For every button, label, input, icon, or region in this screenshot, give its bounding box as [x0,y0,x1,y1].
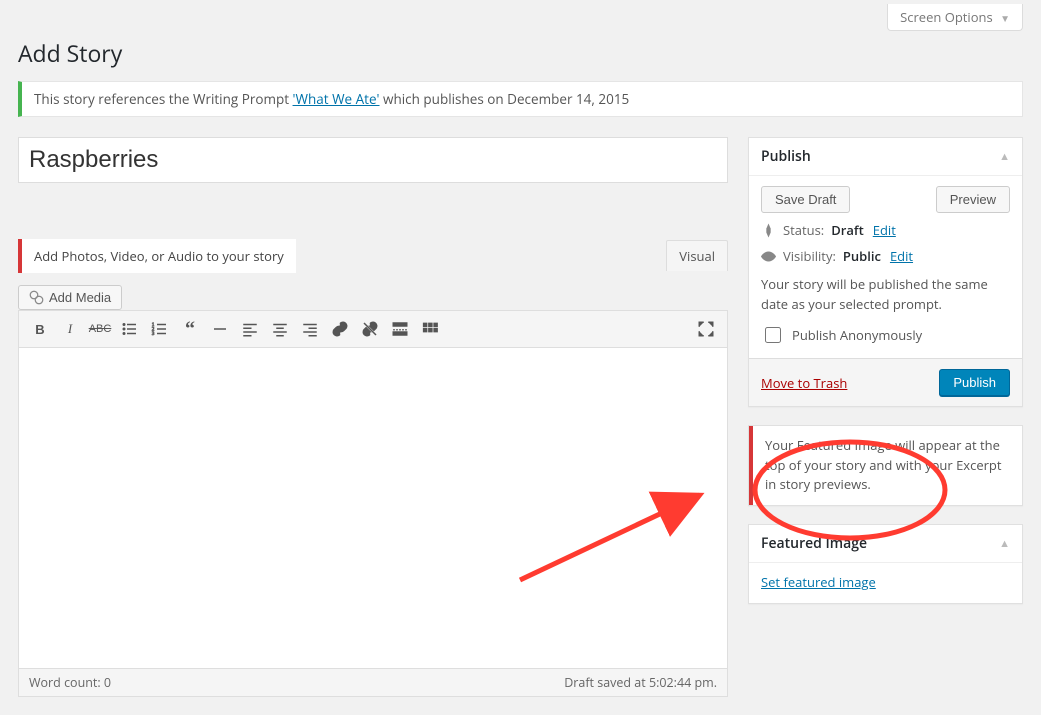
status-label: Status: [783,221,824,239]
publish-button[interactable]: Publish [939,369,1010,396]
align-right-button[interactable] [295,315,325,343]
featured-image-notice-box: Your Featured Image will appear at the t… [748,425,1023,506]
blockquote-button[interactable]: “ [175,315,205,343]
editor-toolbar: B I ABC 123 “ [19,311,727,348]
media-icon [29,290,44,305]
italic-button[interactable]: I [55,315,85,343]
set-featured-image-link[interactable]: Set featured image [761,573,876,591]
publish-date-note: Your story will be published the same da… [761,275,1010,314]
draft-saved-time: Draft saved at 5:02:44 pm. [564,674,717,691]
bulleted-list-button[interactable] [115,315,145,343]
preview-button[interactable]: Preview [936,186,1010,213]
tab-visual[interactable]: Visual [666,240,728,271]
notice-text-suffix: which publishes on December 14, 2015 [380,90,630,108]
featured-image-notice: Your Featured Image will appear at the t… [749,426,1022,505]
notice-text-prefix: This story references the Writing Prompt [34,90,293,108]
eye-icon [761,249,776,264]
strikethrough-button[interactable]: ABC [85,315,115,343]
numbered-list-button[interactable]: 123 [145,315,175,343]
save-draft-button[interactable]: Save Draft [761,186,850,213]
publish-anonymously-row[interactable]: Publish Anonymously [761,324,1010,346]
prompt-reference-notice: This story references the Writing Prompt… [18,81,1023,117]
featured-image-box: Featured Image ▲ Set featured image [748,524,1023,604]
collapse-toggle-icon[interactable]: ▲ [999,536,1010,551]
publish-box-title: Publish [761,147,811,166]
edit-status-link[interactable]: Edit [873,221,896,239]
screen-options-button[interactable]: Screen Options ▼ [887,4,1023,31]
publish-anonymously-label: Publish Anonymously [792,326,922,344]
editor-content-area[interactable] [19,348,727,668]
remove-link-button[interactable] [355,315,385,343]
add-media-button[interactable]: Add Media [18,285,122,310]
toolbar-toggle-button[interactable] [415,315,445,343]
editor-footer: Word count: 0 Draft saved at 5:02:44 pm. [18,669,728,697]
horizontal-rule-button[interactable] [205,315,235,343]
pin-icon [761,223,776,238]
edit-visibility-link[interactable]: Edit [890,247,913,265]
word-count-value: 0 [104,674,111,691]
post-title-input[interactable] [18,137,728,183]
word-count-label: Word count: [29,674,104,691]
visibility-value: Public [843,247,881,265]
move-to-trash-link[interactable]: Move to Trash [761,374,847,392]
publish-box: Publish ▲ Save Draft Preview Status: Dra… [748,137,1023,407]
align-center-button[interactable] [265,315,295,343]
editor: B I ABC 123 “ [18,310,728,669]
fullscreen-button[interactable] [691,315,721,343]
page-title: Add Story [18,37,1023,69]
bold-button[interactable]: B [25,315,55,343]
media-hint: Add Photos, Video, or Audio to your stor… [18,239,296,273]
insert-link-button[interactable] [325,315,355,343]
visibility-label: Visibility: [783,247,836,265]
status-value: Draft [831,221,864,239]
add-media-label: Add Media [49,290,111,305]
publish-anonymously-checkbox[interactable] [765,327,781,343]
chevron-down-icon: ▼ [1000,11,1010,25]
insert-more-button[interactable] [385,315,415,343]
screen-options-label: Screen Options [900,8,993,26]
featured-image-title: Featured Image [761,534,867,553]
collapse-toggle-icon[interactable]: ▲ [999,149,1010,164]
svg-text:3: 3 [152,331,155,337]
writing-prompt-link[interactable]: 'What We Ate' [293,90,380,108]
align-left-button[interactable] [235,315,265,343]
